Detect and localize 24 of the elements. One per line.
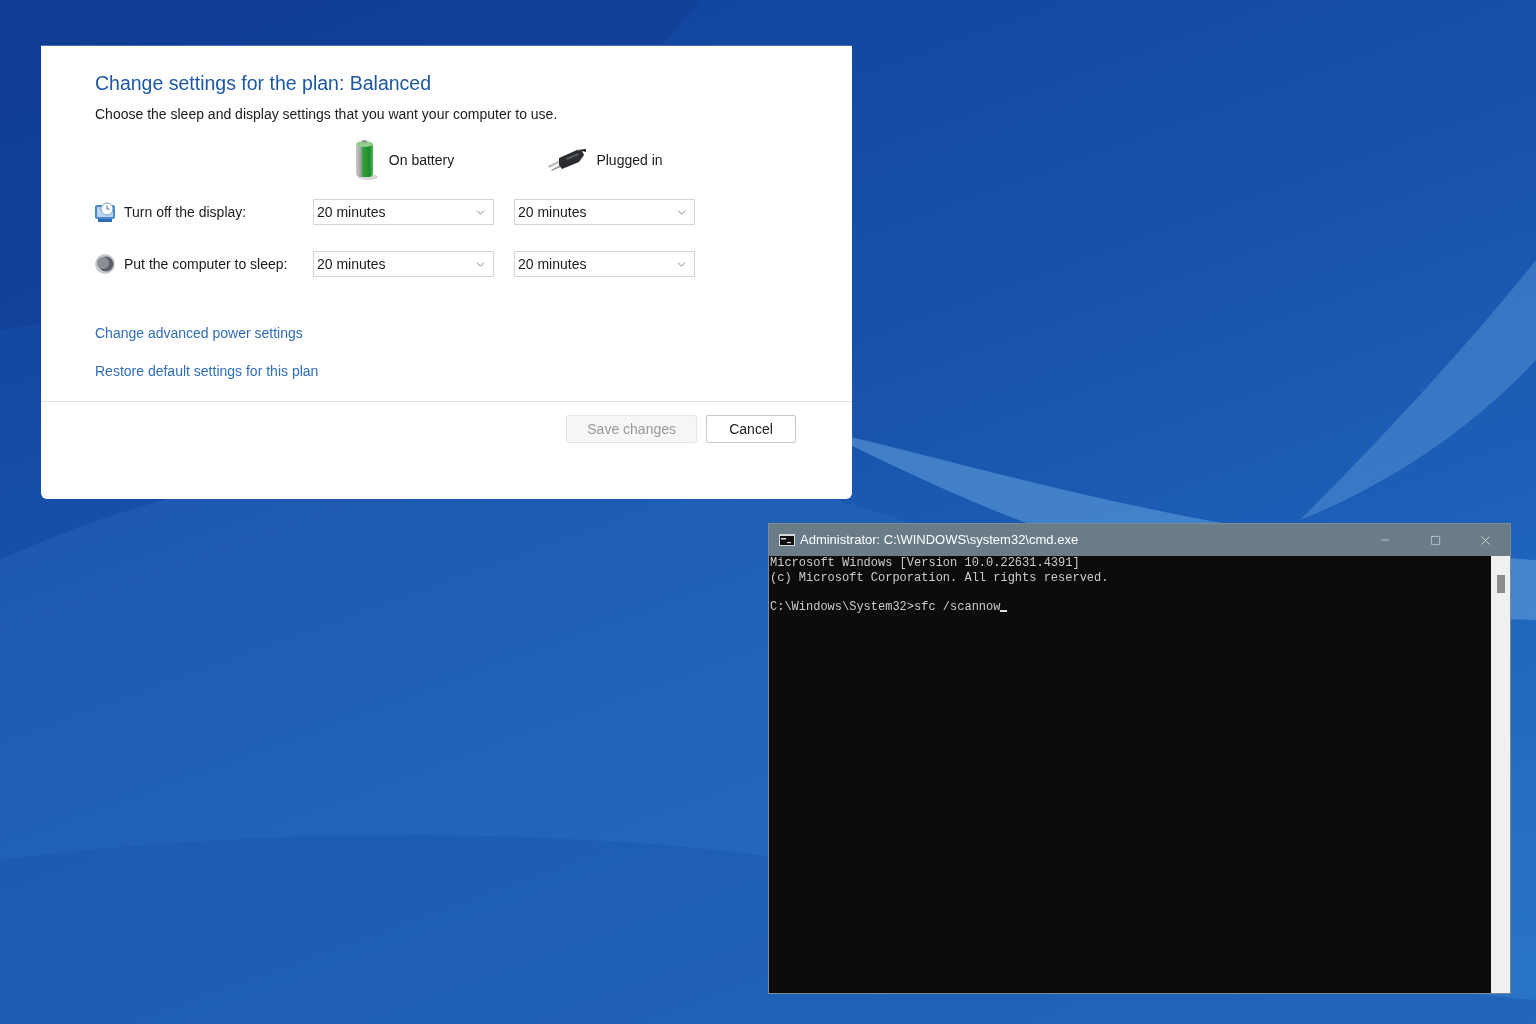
console-text-line: Microsoft Windows [Version 10.0.22631.4391] xyxy=(770,556,1080,571)
cancel-button[interactable]: Cancel xyxy=(706,415,796,443)
settings-link[interactable]: Change advanced power settings xyxy=(95,323,303,343)
duration-dropdown[interactable]: 20 minutes xyxy=(514,251,695,277)
console-app-icon xyxy=(779,534,795,546)
scrollbar[interactable] xyxy=(1491,556,1510,993)
setting-label: Put the computer to sleep: xyxy=(124,255,288,274)
settings-link[interactable]: Restore default settings for this plan xyxy=(95,361,319,381)
window-title: Administrator: C:\WINDOWS\system32\cmd.exe xyxy=(800,531,1079,550)
console-text-line: (c) Microsoft Corporation. All rights reserved. xyxy=(770,570,1109,585)
console-command-line: C:\Windows\System32>sfc /scannow xyxy=(770,599,1001,614)
monitor-clock-icon xyxy=(95,202,115,222)
moon-icon xyxy=(95,254,115,274)
setting-label: Turn off the display: xyxy=(124,203,247,222)
plug-icon xyxy=(546,149,587,171)
power-source-label: On battery xyxy=(388,151,455,170)
dialog-title: Change settings for the plan: Balanced xyxy=(95,71,432,96)
duration-dropdown[interactable]: 20 minutes xyxy=(313,199,494,225)
duration-dropdown[interactable]: 20 minutes xyxy=(514,199,695,225)
duration-dropdown[interactable]: 20 minutes xyxy=(313,251,494,277)
maximize-icon xyxy=(1429,534,1441,546)
scrollbar-thumb[interactable] xyxy=(1496,575,1505,593)
dialog-description: Choose the sleep and display settings that you want your computer to use. xyxy=(95,105,558,124)
power-source-label: Plugged in xyxy=(596,151,663,170)
